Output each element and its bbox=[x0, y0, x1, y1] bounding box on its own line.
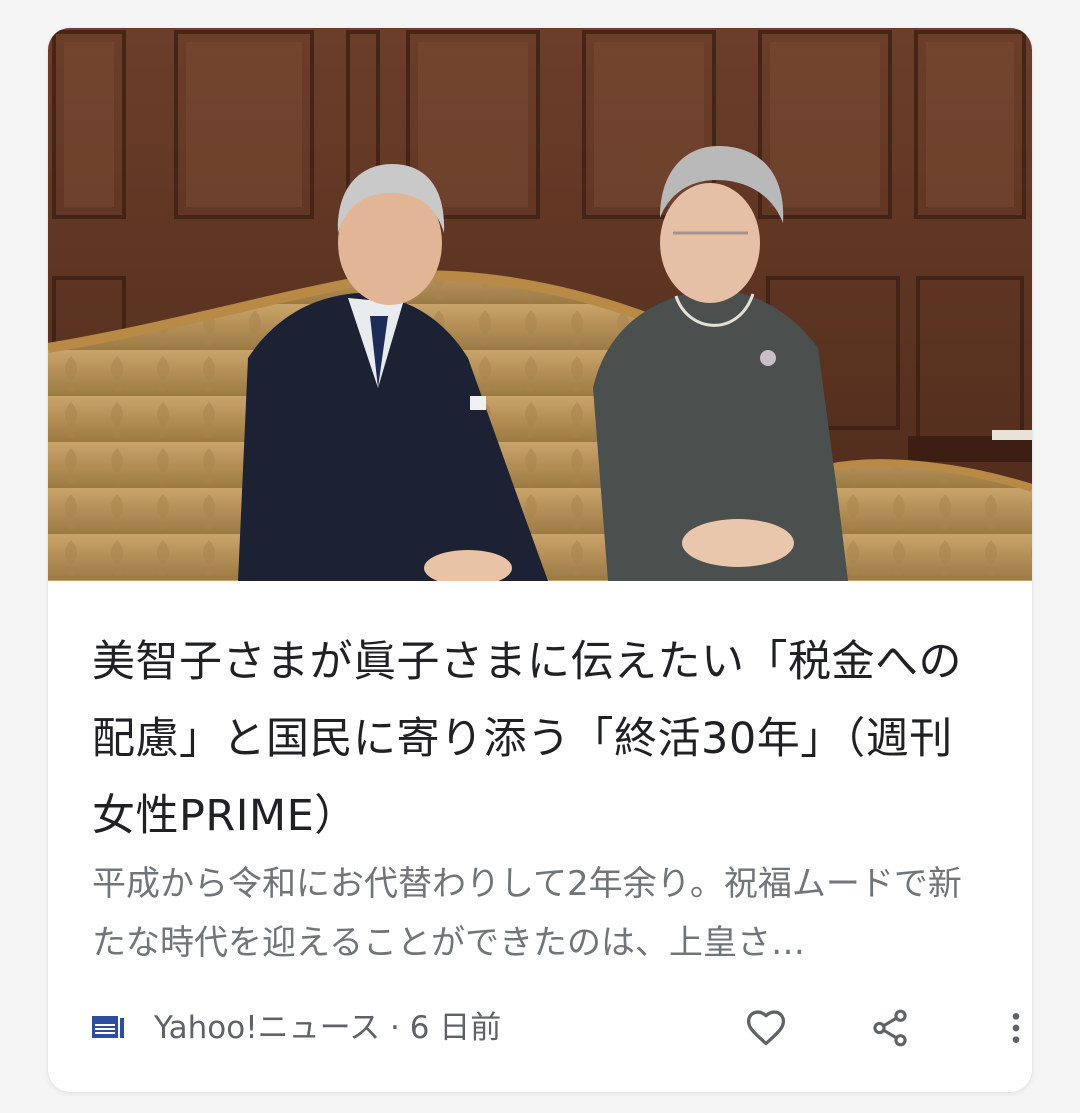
share-button[interactable] bbox=[862, 1000, 918, 1056]
source-meta[interactable]: Yahoo!ニュース · 6 日前 bbox=[154, 1006, 501, 1050]
article-headline[interactable]: 美智子さまが眞子さまに伝えたい「税金への配慮」と国民に寄り添う「終活30年」（週… bbox=[92, 624, 992, 855]
more-options-button[interactable] bbox=[988, 1000, 1032, 1056]
more-vertical-icon bbox=[1012, 1013, 1020, 1043]
article-photo[interactable] bbox=[48, 28, 1032, 581]
card-footer: Yahoo!ニュース · 6 日前 bbox=[92, 998, 1020, 1058]
news-card[interactable]: 美智子さまが眞子さまに伝えたい「税金への配慮」と国民に寄り添う「終活30年」（週… bbox=[48, 28, 1032, 1092]
article-snippet[interactable]: 平成から令和にお代替わりして2年余り。祝福ムードで新たな時代を迎えることができた… bbox=[92, 855, 992, 973]
share-icon bbox=[873, 1009, 907, 1047]
yahoo-news-logo-icon bbox=[92, 1016, 124, 1038]
published-age: 6 日前 bbox=[409, 1010, 502, 1046]
like-button[interactable] bbox=[738, 1000, 794, 1056]
source-name[interactable]: Yahoo!ニュース bbox=[154, 1010, 380, 1046]
meta-separator: · bbox=[389, 1010, 400, 1046]
heart-outline-icon bbox=[746, 1010, 786, 1046]
